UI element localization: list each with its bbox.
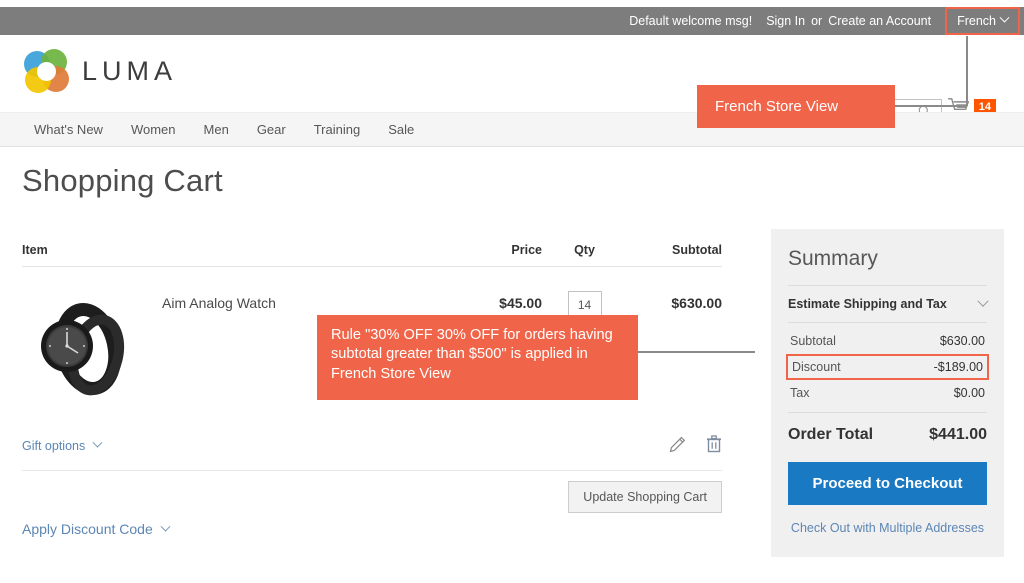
welcome-message: Default welcome msg!	[629, 14, 753, 28]
column-header-qty: Qty	[574, 243, 595, 257]
top-panel: Default welcome msg! Sign In or Create a…	[0, 7, 1024, 35]
nav-item-men[interactable]: Men	[190, 122, 243, 137]
order-summary-panel: Summary Estimate Shipping and Tax Subtot…	[771, 229, 1004, 557]
multiple-addresses-link[interactable]: Check Out with Multiple Addresses	[788, 521, 987, 535]
column-header-item: Item	[22, 243, 48, 257]
summary-value-subtotal: $630.00	[939, 334, 985, 348]
summary-row-discount: Discount -$189.00	[786, 354, 989, 380]
chevron-down-icon	[977, 295, 989, 307]
order-total-value: $441.00	[929, 426, 987, 443]
delete-icon[interactable]	[706, 435, 722, 456]
summary-totals: Subtotal $630.00 Discount -$189.00 Tax $…	[786, 323, 989, 444]
summary-label-discount: Discount	[792, 360, 841, 374]
connector-store-view-horizontal	[893, 105, 967, 107]
qty-input[interactable]	[567, 291, 602, 318]
summary-value-discount: -$189.00	[933, 360, 983, 374]
summary-value-tax: $0.00	[953, 386, 985, 400]
top-panel-links: Default welcome msg! Sign In or Create a…	[629, 7, 1020, 35]
apply-discount-code-toggle[interactable]: Apply Discount Code	[22, 521, 171, 537]
gift-options-toggle[interactable]: Gift options	[22, 437, 103, 453]
estimate-shipping-tax-label: Estimate Shipping and Tax	[788, 297, 947, 311]
apply-discount-code-label[interactable]: Apply Discount Code	[22, 521, 153, 537]
product-subtotal: $630.00	[671, 295, 722, 311]
summary-row-order-total: Order Total $441.00	[788, 412, 987, 444]
nav-item-sale[interactable]: Sale	[374, 122, 428, 137]
nav-item-training[interactable]: Training	[300, 122, 374, 137]
order-total-label: Order Total	[788, 426, 874, 443]
or-separator: or	[811, 14, 823, 28]
cart-table-header: Item Price Qty Subtotal	[22, 243, 722, 267]
estimate-shipping-tax-toggle[interactable]: Estimate Shipping and Tax	[788, 285, 989, 323]
summary-title: Summary	[788, 247, 878, 270]
annotation-store-view: French Store View	[697, 85, 895, 128]
page-title: Shopping Cart	[22, 163, 223, 198]
chevron-down-icon	[999, 12, 1010, 23]
connector-rule-horizontal	[637, 351, 755, 353]
gift-options-label[interactable]: Gift options	[22, 439, 85, 453]
logo[interactable]: LUMA	[24, 49, 177, 93]
item-actions	[669, 435, 722, 456]
nav-item-women[interactable]: Women	[117, 122, 190, 137]
summary-label-subtotal: Subtotal	[790, 334, 836, 348]
create-account-link[interactable]: Create an Account	[828, 14, 931, 28]
luma-logo-icon	[24, 49, 69, 93]
annotation-rule: Rule "30% OFF 30% OFF for orders having …	[317, 315, 638, 400]
language-switcher-label: French	[957, 13, 996, 28]
column-header-price: Price	[511, 243, 542, 257]
product-image[interactable]	[22, 289, 142, 409]
proceed-to-checkout-button[interactable]: Proceed to Checkout	[788, 462, 987, 505]
sign-in-link[interactable]: Sign In	[766, 14, 805, 28]
nav-item-gear[interactable]: Gear	[243, 122, 300, 137]
update-shopping-cart-button[interactable]: Update Shopping Cart	[568, 481, 722, 513]
chevron-down-icon	[160, 521, 171, 532]
edit-icon[interactable]	[669, 436, 686, 456]
nav-item-whats-new[interactable]: What's New	[20, 122, 117, 137]
logo-text: LUMA	[82, 55, 178, 86]
summary-row-tax: Tax $0.00	[788, 381, 987, 405]
gift-options-row: Gift options	[22, 435, 722, 471]
summary-label-tax: Tax	[790, 386, 810, 400]
language-switcher[interactable]: French	[945, 7, 1020, 35]
connector-store-view-vertical	[966, 36, 968, 106]
summary-row-subtotal: Subtotal $630.00	[788, 329, 987, 353]
column-header-subtotal: Subtotal	[672, 243, 722, 257]
chevron-down-icon	[92, 437, 103, 448]
